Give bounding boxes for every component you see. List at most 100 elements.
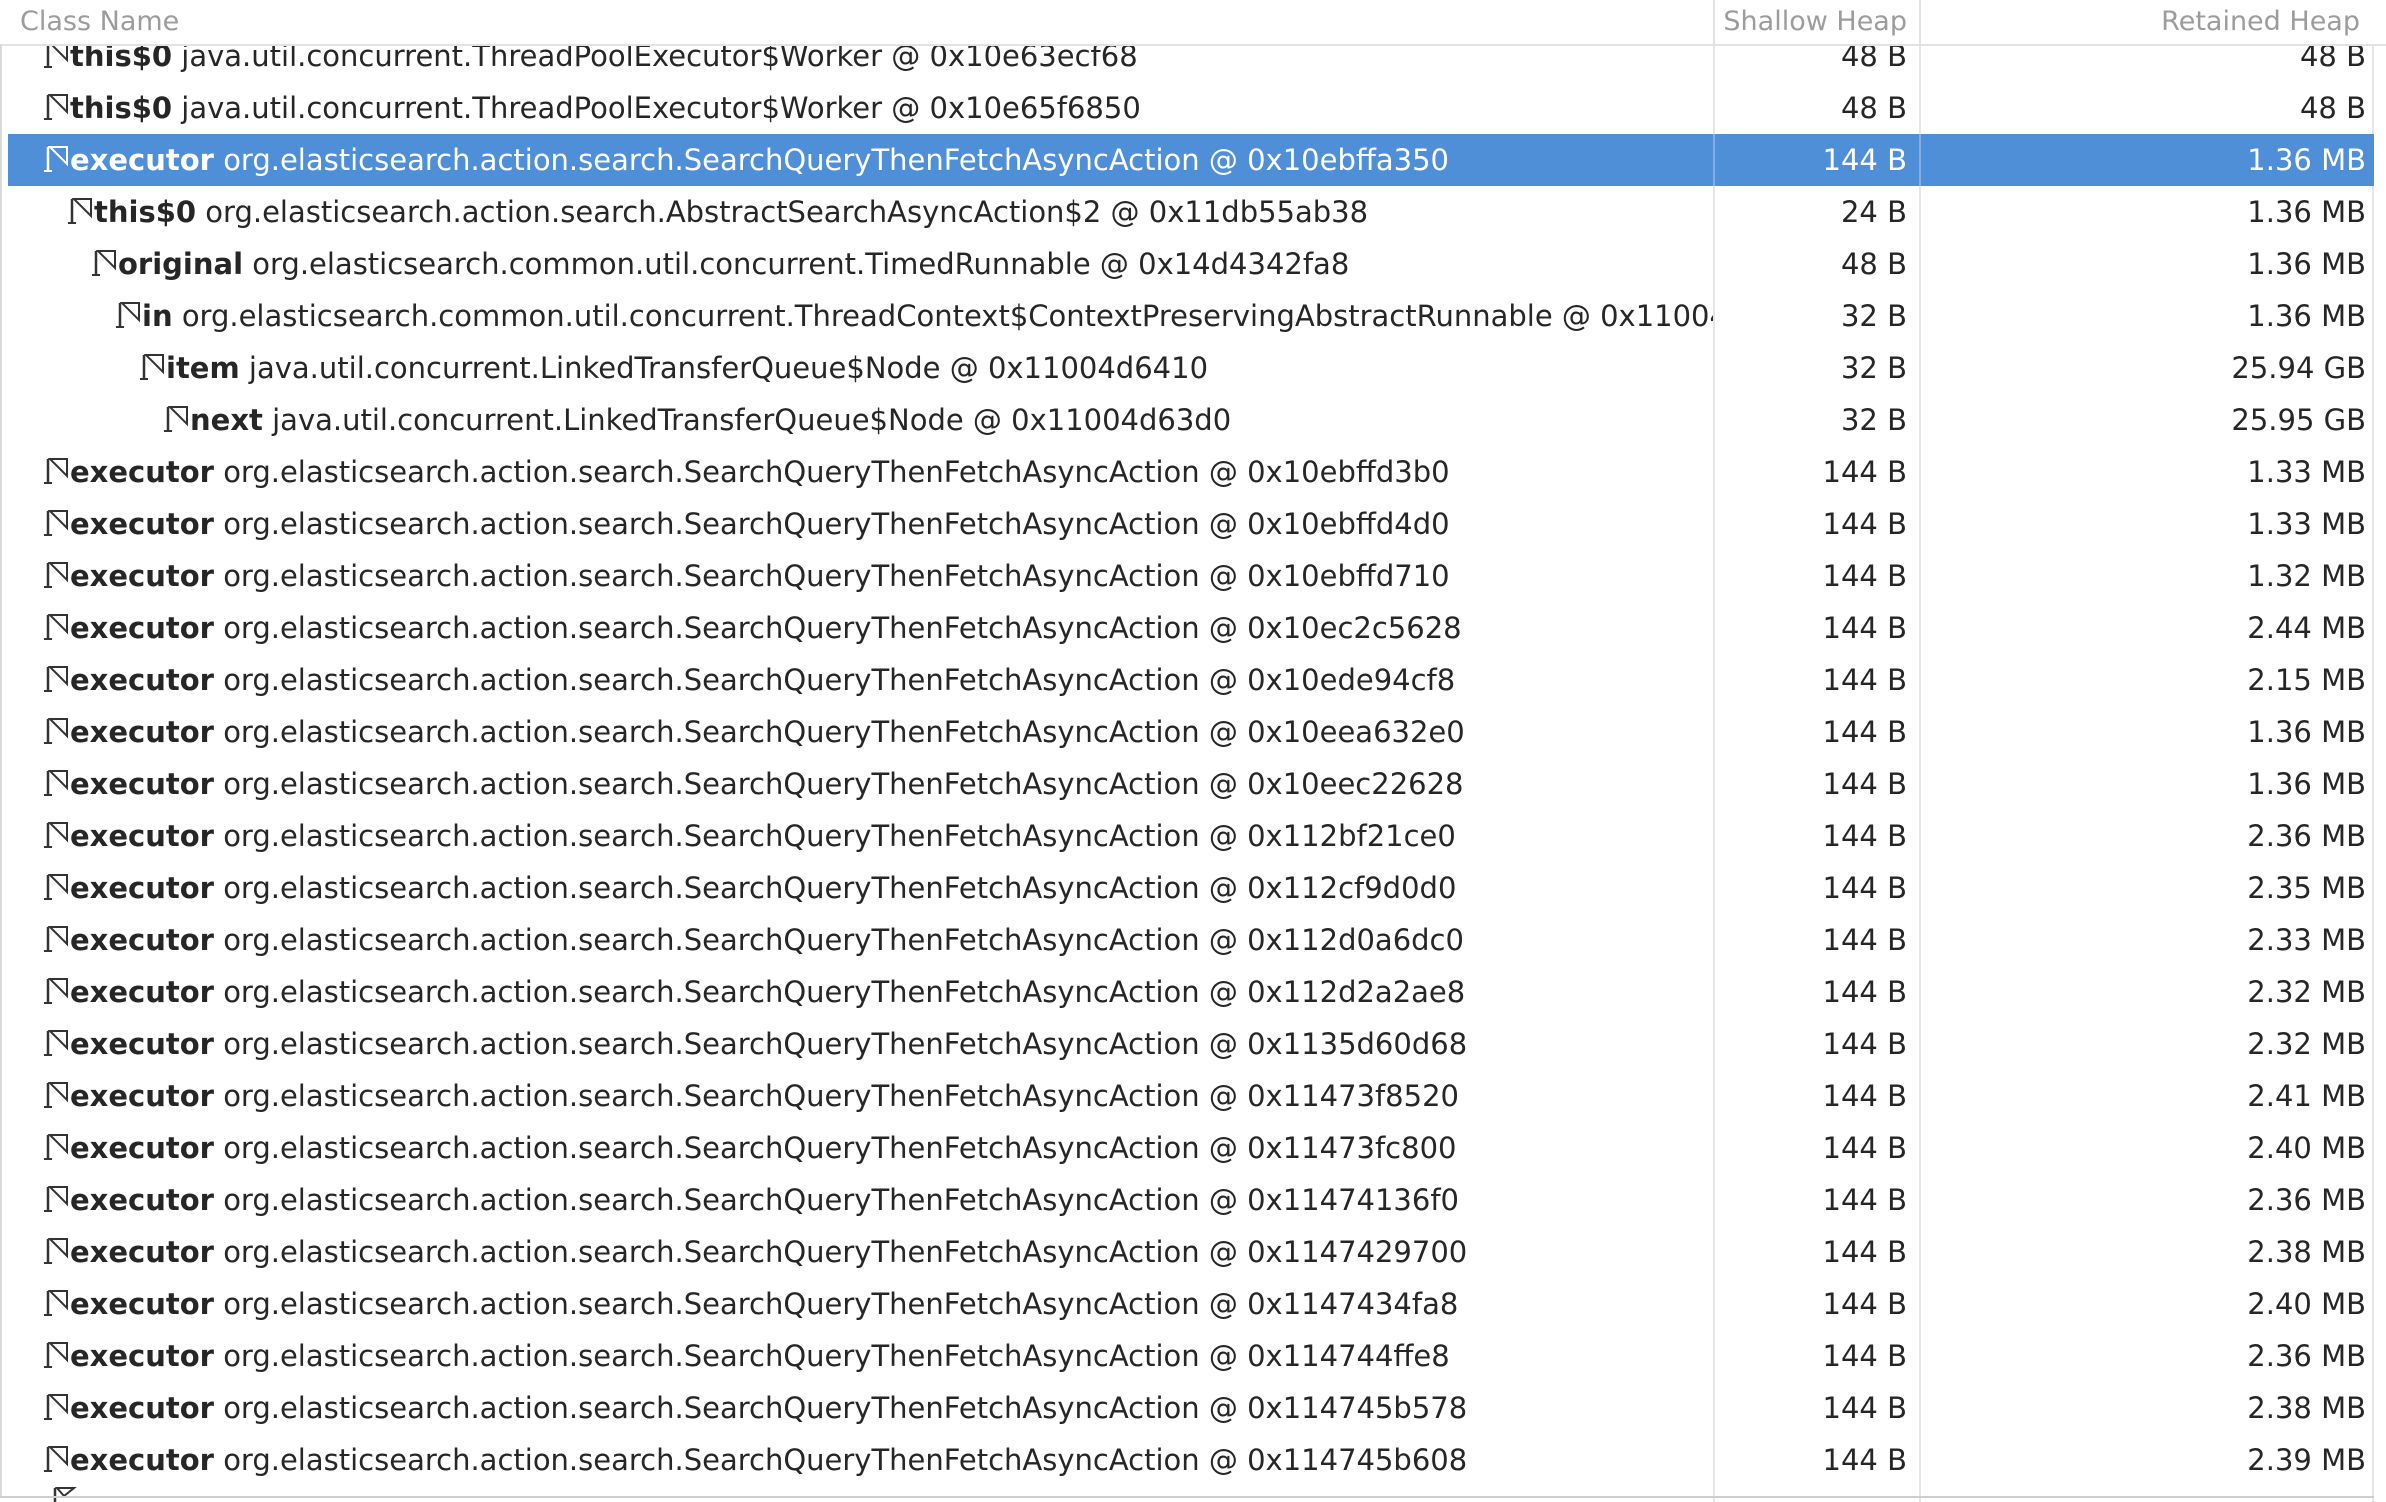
object-class-and-address: org.elasticsearch.action.search.SearchQu… — [223, 663, 1456, 697]
shallow-heap-cell: 144 B — [1822, 143, 1907, 177]
object-class-and-address: org.elasticsearch.common.util.concurrent… — [252, 247, 1350, 281]
table-row[interactable]: executor org.elasticsearch.action.search… — [8, 966, 2374, 1018]
retained-heap-cell: 2.36 MB — [2247, 1183, 2366, 1217]
field-name: executor — [70, 559, 214, 593]
class-name-cell: executor org.elasticsearch.action.search… — [8, 1330, 1713, 1382]
field-name: next — [190, 403, 263, 437]
table-row[interactable]: executor org.elasticsearch.action.search… — [8, 1070, 2374, 1122]
object-reference-icon[interactable] — [44, 1236, 70, 1266]
class-name-cell: original org.elasticsearch.common.util.c… — [8, 238, 1713, 290]
object-reference-icon[interactable] — [44, 92, 70, 122]
object-class-and-address: org.elasticsearch.action.search.SearchQu… — [223, 1443, 1468, 1477]
retained-heap-cell: 2.44 MB — [2247, 611, 2366, 645]
table-row[interactable]: executor org.elasticsearch.action.search… — [8, 914, 2374, 966]
object-label: next java.util.concurrent.LinkedTransfer… — [190, 394, 1231, 446]
table-row[interactable]: executor org.elasticsearch.action.search… — [8, 550, 2374, 602]
retained-heap-cell: 2.38 MB — [2247, 1235, 2366, 1269]
shallow-heap-cell: 144 B — [1822, 1131, 1907, 1165]
field-name: executor — [70, 1131, 214, 1165]
table-row[interactable]: executor org.elasticsearch.action.search… — [8, 1174, 2374, 1226]
object-class-and-address: org.elasticsearch.action.search.SearchQu… — [223, 507, 1450, 541]
object-label: executor org.elasticsearch.action.search… — [70, 810, 1456, 862]
table-row[interactable]: executor org.elasticsearch.action.search… — [8, 706, 2374, 758]
shallow-heap-cell: 48 B — [1840, 247, 1907, 281]
object-reference-icon[interactable] — [44, 508, 70, 538]
table-row[interactable]: executor org.elasticsearch.action.search… — [8, 134, 2374, 186]
class-name-cell: next java.util.concurrent.LinkedTransfer… — [8, 394, 1713, 446]
object-reference-icon[interactable] — [44, 872, 70, 902]
object-reference-icon[interactable] — [44, 1080, 70, 1110]
column-header-retained-heap[interactable]: Retained Heap — [1919, 0, 2374, 44]
object-reference-icon[interactable] — [44, 1028, 70, 1058]
table-row[interactable]: next java.util.concurrent.LinkedTransfer… — [8, 394, 2374, 446]
table-row[interactable]: executor org.elasticsearch.action.search… — [8, 446, 2374, 498]
object-reference-icon[interactable] — [116, 300, 142, 330]
field-name: this$0 — [70, 91, 173, 125]
object-reference-icon[interactable] — [164, 404, 190, 434]
table-row[interactable]: executor org.elasticsearch.action.search… — [8, 654, 2374, 706]
class-name-cell: executor org.elasticsearch.action.search… — [8, 498, 1713, 550]
field-name: executor — [70, 715, 214, 749]
table-row[interactable]: executor org.elasticsearch.action.search… — [8, 1330, 2374, 1382]
object-reference-icon[interactable] — [140, 352, 166, 382]
object-reference-icon[interactable] — [44, 976, 70, 1006]
object-tree-table[interactable]: Class Name Shallow Heap Retained Heap th… — [0, 0, 2386, 1502]
table-row[interactable]: executor org.elasticsearch.action.search… — [8, 1278, 2374, 1330]
retained-heap-cell: 2.36 MB — [2247, 819, 2366, 853]
shallow-heap-cell: 144 B — [1822, 767, 1907, 801]
table-row[interactable]: executor org.elasticsearch.action.search… — [8, 1434, 2374, 1486]
object-label: executor org.elasticsearch.action.search… — [70, 602, 1462, 654]
table-row[interactable]: this$0 org.elasticsearch.action.search.A… — [8, 186, 2374, 238]
column-header-class-name[interactable]: Class Name — [0, 0, 1713, 44]
object-class-and-address: org.elasticsearch.action.search.SearchQu… — [223, 1079, 1459, 1113]
object-reference-icon[interactable] — [44, 456, 70, 486]
table-row[interactable]: executor org.elasticsearch.action.search… — [8, 498, 2374, 550]
retained-heap-cell: 2.32 MB — [2247, 1027, 2366, 1061]
object-class-and-address: org.elasticsearch.action.search.SearchQu… — [223, 1131, 1457, 1165]
field-name: executor — [70, 663, 214, 697]
object-reference-icon[interactable] — [44, 1444, 70, 1474]
object-class-and-address: org.elasticsearch.action.search.Abstract… — [205, 195, 1369, 229]
object-reference-icon[interactable] — [44, 1340, 70, 1370]
table-row[interactable]: this$0 java.util.concurrent.ThreadPoolEx… — [8, 82, 2374, 134]
object-class-and-address: org.elasticsearch.action.search.SearchQu… — [223, 455, 1450, 489]
object-reference-icon[interactable] — [44, 768, 70, 798]
object-reference-icon[interactable] — [44, 1184, 70, 1214]
class-name-cell: executor org.elasticsearch.action.search… — [8, 706, 1713, 758]
object-reference-icon[interactable] — [44, 924, 70, 954]
object-reference-icon[interactable] — [44, 144, 70, 174]
object-reference-icon[interactable] — [92, 248, 118, 278]
object-reference-icon[interactable] — [44, 1392, 70, 1422]
object-label: this$0 java.util.concurrent.ThreadPoolEx… — [70, 82, 1141, 134]
object-reference-icon[interactable] — [44, 716, 70, 746]
class-name-cell: executor org.elasticsearch.action.search… — [8, 550, 1713, 602]
object-class-and-address: org.elasticsearch.action.search.SearchQu… — [223, 1287, 1459, 1321]
table-row[interactable]: executor org.elasticsearch.action.search… — [8, 758, 2374, 810]
table-row[interactable]: executor org.elasticsearch.action.search… — [8, 1122, 2374, 1174]
selected-row-divider — [1713, 134, 1715, 186]
table-row[interactable]: executor org.elasticsearch.action.search… — [8, 1382, 2374, 1434]
object-reference-icon[interactable] — [44, 1288, 70, 1318]
object-reference-icon[interactable] — [44, 664, 70, 694]
retained-heap-cell: 2.40 MB — [2247, 1131, 2366, 1165]
class-name-cell: executor org.elasticsearch.action.search… — [8, 914, 1713, 966]
object-reference-icon[interactable] — [44, 560, 70, 590]
table-row[interactable]: executor org.elasticsearch.action.search… — [8, 602, 2374, 654]
column-header-shallow-heap[interactable]: Shallow Heap — [1713, 0, 1919, 44]
table-row[interactable]: executor org.elasticsearch.action.search… — [8, 862, 2374, 914]
object-reference-icon[interactable] — [44, 612, 70, 642]
object-reference-icon[interactable] — [44, 820, 70, 850]
table-row[interactable]: executor org.elasticsearch.action.search… — [8, 1226, 2374, 1278]
table-row[interactable]: in org.elasticsearch.common.util.concurr… — [8, 290, 2374, 342]
object-reference-icon[interactable] — [44, 1132, 70, 1162]
table-bottom-border — [0, 1496, 2374, 1498]
table-row[interactable]: executor org.elasticsearch.action.search… — [8, 810, 2374, 862]
field-name: executor — [70, 1287, 214, 1321]
table-row[interactable]: item java.util.concurrent.LinkedTransfer… — [8, 342, 2374, 394]
table-row[interactable]: original org.elasticsearch.common.util.c… — [8, 238, 2374, 290]
object-class-and-address: org.elasticsearch.action.search.SearchQu… — [223, 923, 1464, 957]
object-reference-icon[interactable] — [68, 196, 94, 226]
shallow-heap-cell: 32 B — [1840, 403, 1907, 437]
table-row[interactable]: executor org.elasticsearch.action.search… — [8, 1018, 2374, 1070]
object-label: executor org.elasticsearch.action.search… — [70, 654, 1455, 706]
